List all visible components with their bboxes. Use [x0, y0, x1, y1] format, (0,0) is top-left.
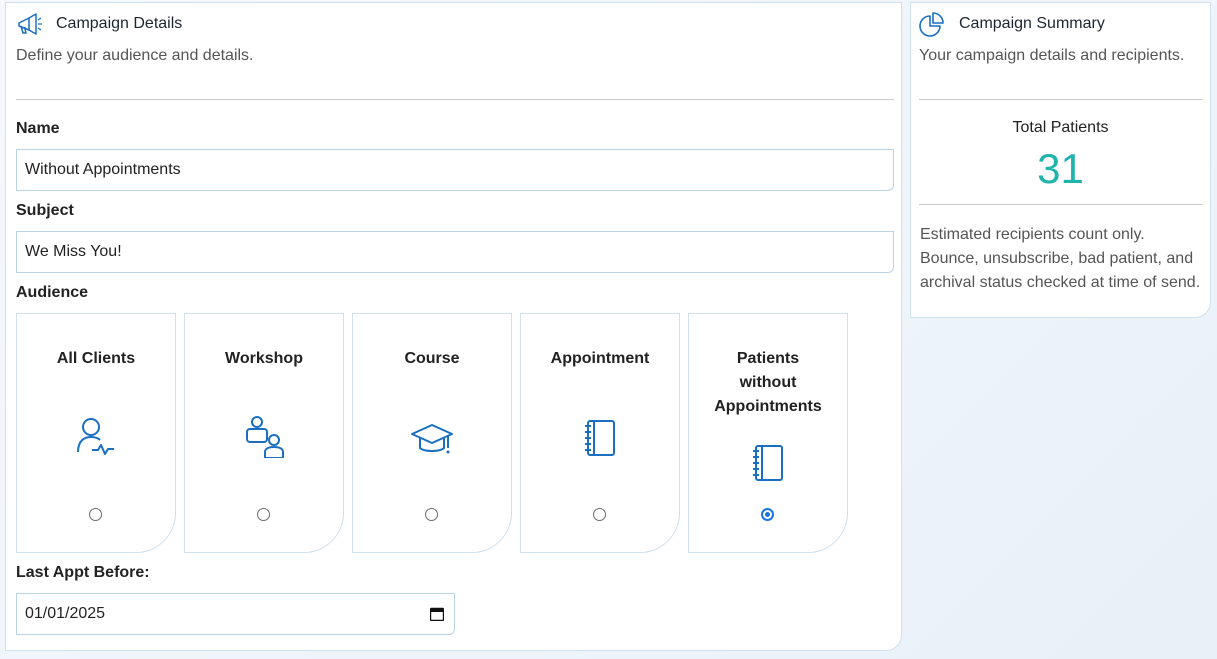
campaign-details-card: Campaign Details Define your audience an…: [5, 2, 902, 651]
audience-option-label: Workshop: [225, 350, 303, 367]
audience-radio-all-clients[interactable]: [89, 508, 102, 521]
pie-chart-icon: [919, 12, 944, 37]
audience-radio-patients-without-appointments[interactable]: [761, 508, 774, 521]
audience-option-label: All Clients: [56, 350, 136, 367]
campaign-details-subtitle: Define your audience and details.: [16, 47, 254, 64]
campaign-summary-header: Campaign Summary: [919, 11, 1105, 37]
total-patients-label: Total Patients: [1012, 119, 1109, 136]
audience-option-appointment[interactable]: Appointment: [520, 313, 680, 553]
graduation-cap-icon: [411, 424, 453, 454]
audience-option-label: Appointment: [550, 350, 650, 367]
subject-input[interactable]: We Miss You!: [16, 231, 894, 273]
recipients-note: Estimated recipients count only. Bounce,…: [920, 226, 1201, 291]
audience-option-patients-without-appointments[interactable]: Patients without Appointments: [688, 313, 848, 553]
campaign-details-title: Campaign Details: [56, 15, 183, 32]
megaphone-icon: [18, 13, 42, 35]
calendar-icon[interactable]: [430, 607, 444, 621]
audience-label: Audience: [16, 284, 89, 301]
campaign-summary-title: Campaign Summary: [959, 15, 1105, 32]
name-input[interactable]: Without Appointments: [16, 149, 894, 191]
notebook-icon: [753, 445, 783, 481]
audience-option-course[interactable]: Course: [352, 313, 512, 553]
audience-option-all-clients[interactable]: All Clients: [16, 313, 176, 553]
last-appt-label: Last Appt Before:: [16, 564, 150, 581]
audience-option-label: Course: [404, 350, 460, 367]
name-label: Name: [16, 120, 60, 137]
campaign-summary-card: Campaign Summary Your campaign details a…: [910, 2, 1211, 318]
last-appt-date-input[interactable]: 01/01/2025: [16, 593, 455, 635]
audience-option-workshop[interactable]: Workshop: [184, 313, 344, 553]
notebook-icon: [585, 420, 615, 456]
campaign-summary-subtitle: Your campaign details and recipients.: [919, 47, 1185, 64]
total-patients-value: 31: [1037, 145, 1084, 192]
group-users-icon: [246, 416, 284, 458]
audience-radio-course[interactable]: [425, 508, 438, 521]
audience-option-label: Patients without Appointments: [714, 350, 822, 415]
summary-divider-bottom: [919, 204, 1203, 205]
last-appt-date-value: 01/01/2025: [25, 605, 106, 622]
subject-label: Subject: [16, 202, 74, 219]
summary-divider-top: [919, 99, 1203, 100]
audience-radio-appointment[interactable]: [593, 508, 606, 521]
campaign-details-header: Campaign Details: [16, 11, 182, 37]
audience-radio-workshop[interactable]: [257, 508, 270, 521]
details-divider: [16, 99, 894, 100]
user-heartbeat-icon: [77, 418, 114, 455]
